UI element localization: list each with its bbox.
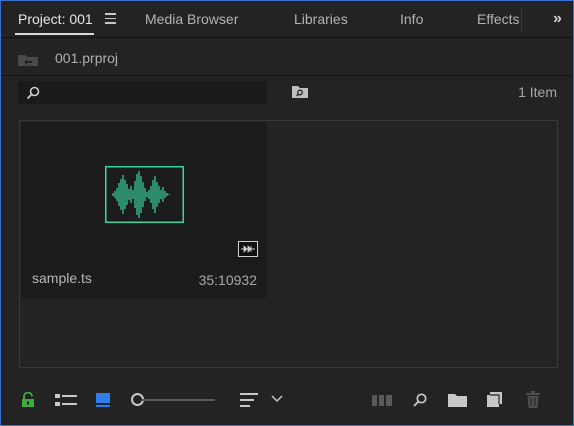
media-item-thumbnail[interactable]: sample.ts 35:10932 bbox=[21, 122, 267, 298]
list-view-icon[interactable] bbox=[55, 393, 77, 407]
icon-view-icon[interactable] bbox=[96, 393, 110, 407]
automate-to-sequence-icon[interactable] bbox=[372, 395, 392, 406]
lock-icon[interactable] bbox=[21, 392, 35, 408]
tab-libraries[interactable]: Libraries bbox=[294, 11, 348, 27]
tab-effects[interactable]: Effects bbox=[477, 11, 520, 27]
sort-icon[interactable] bbox=[240, 392, 258, 408]
bin-content-grid: sample.ts 35:10932 bbox=[19, 120, 558, 368]
project-path-row: 001.prproj bbox=[1, 38, 573, 76]
search-input[interactable] bbox=[18, 81, 267, 104]
magnifier-icon bbox=[26, 86, 40, 100]
project-folder-icon[interactable] bbox=[17, 53, 39, 67]
trash-icon[interactable] bbox=[526, 391, 540, 408]
project-file-name: 001.prproj bbox=[55, 50, 119, 66]
audio-video-link-icon bbox=[238, 241, 258, 257]
tab-media-browser[interactable]: Media Browser bbox=[145, 11, 238, 27]
project-panel: Project: 001 Media Browser Libraries Inf… bbox=[0, 0, 574, 426]
tab-separator bbox=[521, 9, 522, 31]
new-bin-icon[interactable] bbox=[448, 393, 467, 407]
audio-waveform-icon bbox=[105, 166, 184, 223]
tab-info[interactable]: Info bbox=[400, 11, 423, 27]
media-item-name: sample.ts bbox=[32, 270, 92, 286]
tab-project[interactable]: Project: 001 bbox=[18, 11, 93, 27]
find-icon[interactable] bbox=[412, 392, 428, 408]
active-tab-indicator bbox=[15, 33, 94, 35]
zoom-slider-track[interactable] bbox=[142, 399, 215, 401]
double-chevron-right-icon[interactable]: » bbox=[553, 10, 562, 28]
item-count: 1 Item bbox=[518, 84, 557, 100]
hamburger-menu-icon[interactable] bbox=[105, 13, 116, 24]
chevron-down-icon[interactable] bbox=[271, 395, 283, 403]
bottom-toolbar bbox=[1, 381, 573, 421]
find-in-bin-icon[interactable] bbox=[291, 85, 309, 99]
new-item-icon[interactable] bbox=[487, 392, 502, 407]
media-item-duration: 35:10932 bbox=[198, 272, 257, 288]
panel-tab-bar: Project: 001 Media Browser Libraries Inf… bbox=[1, 1, 573, 38]
